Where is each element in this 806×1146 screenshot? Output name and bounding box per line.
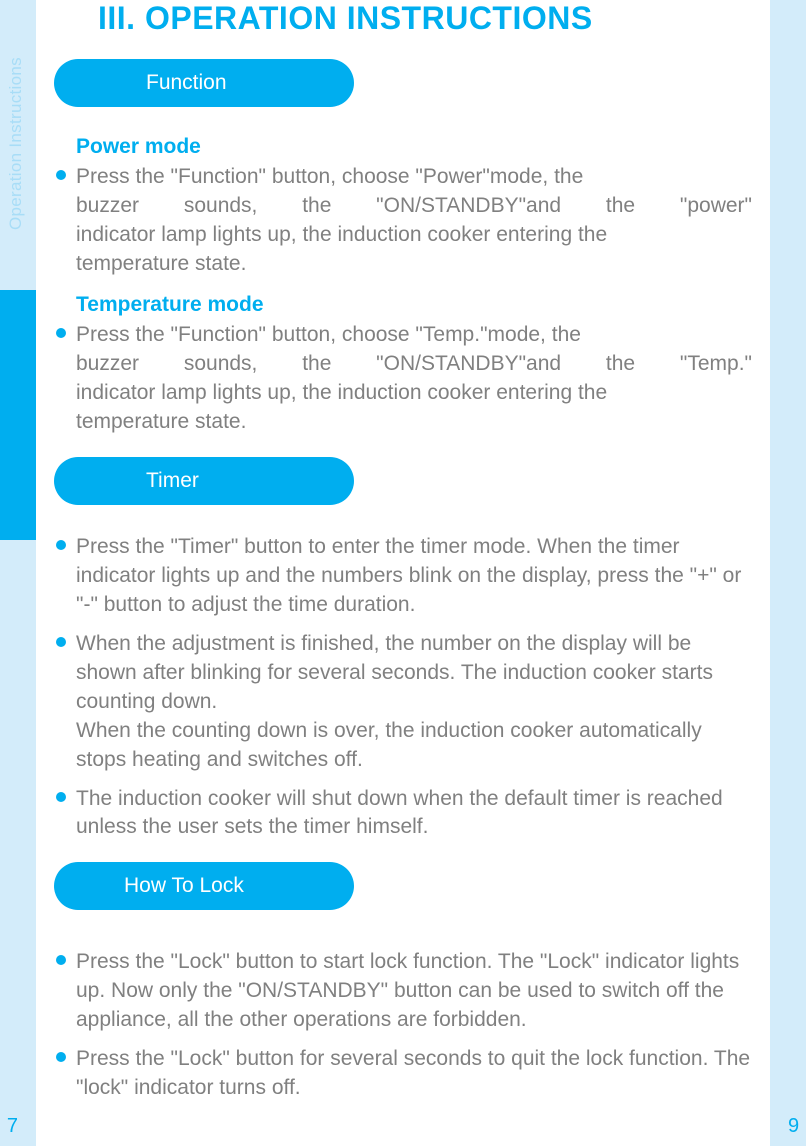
text-line: Press the "Function" button, choose "Pow… (76, 163, 752, 192)
text-line: Press the "Function" button, choose "Tem… (76, 321, 752, 350)
text-line: indicator lamp lights up, the induction … (76, 379, 752, 408)
text-line: temperature state. (76, 408, 752, 437)
subheading-power-mode: Power mode (76, 135, 752, 159)
bullet-timer-1: Press the "Timer" button to enter the ti… (54, 533, 752, 620)
bullet-dot-icon (56, 792, 66, 802)
bullet-power-mode: Press the "Function" button, choose "Pow… (54, 163, 752, 279)
body-text: Press the "Lock" button to start lock fu… (76, 948, 752, 1035)
body-text: Press the "Function" button, choose "Tem… (76, 321, 752, 437)
subheading-temperature-mode: Temperature mode (76, 293, 752, 317)
bullet-lock-1: Press the "Lock" button to start lock fu… (54, 948, 752, 1035)
right-margin-strip (770, 0, 806, 1146)
bullet-temperature-mode: Press the "Function" button, choose "Tem… (54, 321, 752, 437)
section-pill-function: Function (54, 59, 354, 107)
body-text: When the adjustment is finished, the num… (76, 630, 752, 775)
bullet-dot-icon (56, 328, 66, 338)
text-line: indicator lamp lights up, the induction … (76, 221, 752, 250)
text-line: buzzer sounds, the "ON/STANDBY"and the "… (76, 192, 752, 221)
body-text: Press the "Lock" button for several seco… (76, 1045, 752, 1103)
text-line: buzzer sounds, the "ON/STANDBY"and the "… (76, 350, 752, 379)
bullet-dot-icon (56, 955, 66, 965)
bullet-dot-icon (56, 540, 66, 550)
section-pill-lock: How To Lock (54, 862, 354, 910)
bullet-timer-2: When the adjustment is finished, the num… (54, 630, 752, 775)
bullet-timer-3: The induction cooker will shut down when… (54, 785, 752, 843)
section-pill-timer: Timer (54, 457, 354, 505)
body-text: Press the "Timer" button to enter the ti… (76, 533, 752, 620)
body-text: Press the "Function" button, choose "Pow… (76, 163, 752, 279)
side-tab-highlight (0, 290, 36, 540)
page-number-right: 9 (788, 1115, 806, 1138)
main-heading: III. OPERATION INSTRUCTIONS (98, 0, 752, 37)
page-number-left: 7 (0, 1115, 18, 1138)
body-text: The induction cooker will shut down when… (76, 785, 752, 843)
bullet-dot-icon (56, 170, 66, 180)
bullet-lock-2: Press the "Lock" button for several seco… (54, 1045, 752, 1103)
side-tab-label: Operation Instructions (6, 57, 26, 230)
page-content: III. OPERATION INSTRUCTIONS Function Pow… (36, 0, 770, 1146)
bullet-dot-icon (56, 1052, 66, 1062)
bullet-dot-icon (56, 637, 66, 647)
text-line: temperature state. (76, 250, 752, 279)
